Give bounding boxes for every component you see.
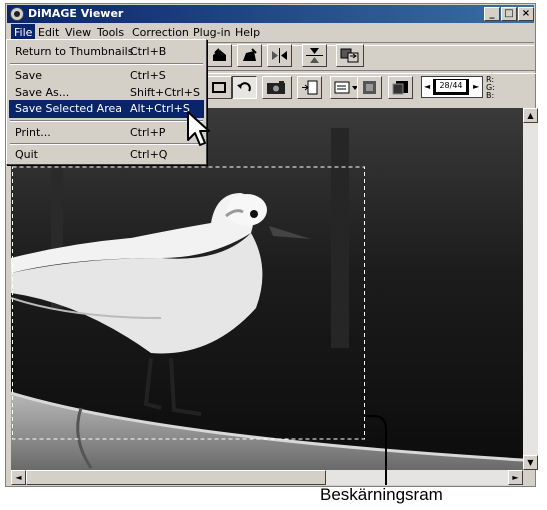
horizontal-scrollbar[interactable]: ◄ ►	[11, 470, 523, 485]
menu-print[interactable]: Print... Ctrl+P	[9, 124, 204, 142]
export-icon	[302, 80, 318, 95]
flip-horizontal-button[interactable]	[267, 44, 292, 67]
menu-help[interactable]: Help	[232, 24, 263, 42]
menu-save[interactable]: Save Ctrl+S	[9, 67, 204, 85]
background-icon	[392, 81, 408, 95]
undo-button[interactable]	[232, 76, 257, 99]
horizontal-scroll-thumb[interactable]	[26, 470, 326, 485]
rotate-left-button[interactable]	[207, 44, 232, 67]
rotate-right-button[interactable]	[237, 44, 262, 67]
undo-icon	[237, 82, 251, 92]
menu-separator	[10, 120, 203, 122]
menu-quit[interactable]: Quit Ctrl+Q	[9, 146, 204, 164]
close-button[interactable]: ×	[518, 7, 534, 21]
flip-vertical-icon	[306, 48, 323, 63]
flip-vertical-button[interactable]	[302, 44, 327, 67]
crop-button[interactable]	[207, 76, 232, 99]
grid-icon	[363, 81, 376, 94]
flip-horizontal-icon	[272, 48, 287, 63]
crop-icon	[212, 82, 226, 93]
background-button[interactable]	[388, 76, 413, 99]
camera-button[interactable]	[262, 76, 292, 99]
menu-separator	[10, 143, 203, 145]
menu-return-to-thumbnails[interactable]: Return to Thumbnails Ctrl+B	[9, 43, 204, 61]
minimize-button[interactable]: _	[484, 7, 500, 21]
mouse-pointer-icon	[187, 111, 210, 146]
camera-icon	[267, 81, 285, 94]
scroll-down-button[interactable]: ▼	[523, 455, 538, 470]
menu-save-selected-area[interactable]: Save Selected Area Alt+Ctrl+S	[9, 100, 204, 118]
rotate-right-icon	[243, 48, 257, 61]
maximize-button[interactable]: □	[501, 7, 517, 21]
prev-frame-icon[interactable]: ◄	[424, 82, 430, 91]
rgb-b-label: B:	[486, 91, 495, 100]
rotate-left-icon	[213, 48, 226, 61]
window-title: DiMAGE Viewer	[28, 7, 124, 20]
frame-counter-text: 28/44	[436, 80, 466, 92]
copy-button[interactable]	[336, 44, 364, 67]
scroll-left-button[interactable]: ◄	[11, 470, 26, 485]
scroll-up-button[interactable]: ▲	[523, 108, 538, 123]
crop-frame-caption: Beskärningsram	[320, 485, 443, 504]
list-view-icon	[334, 81, 358, 94]
copy-icon	[340, 48, 359, 63]
scroll-right-button[interactable]: ►	[508, 470, 523, 485]
callout-line	[366, 415, 387, 485]
next-frame-icon[interactable]: ►	[473, 82, 479, 91]
histogram-button[interactable]	[357, 76, 382, 99]
title-bar[interactable]: DiMAGE Viewer _ □ ×	[7, 5, 534, 23]
file-menu-dropdown: Return to Thumbnails Ctrl+B Save Ctrl+S …	[6, 39, 207, 165]
app-icon	[10, 7, 24, 21]
frame-navigator[interactable]: ◄ 28/44 ►	[421, 76, 483, 98]
menu-separator	[10, 63, 203, 65]
export-button[interactable]	[297, 76, 322, 99]
vertical-scrollbar[interactable]: ▲ ▼	[523, 108, 538, 470]
